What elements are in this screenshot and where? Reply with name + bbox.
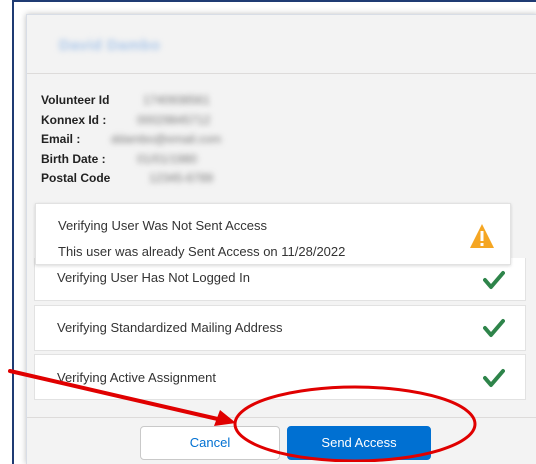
email-value: ddambo@email.com [111, 132, 222, 146]
konnex-id-value: 00029845712 [137, 112, 211, 127]
volunteer-id-row: Volunteer Id 1740938561 [41, 91, 210, 111]
checkmark-icon [483, 319, 505, 337]
postal-code-label: Postal Code [41, 171, 111, 185]
check-card-active-assignment: Verifying Active Assignment [34, 354, 526, 400]
volunteer-id-label: Volunteer Id [41, 93, 110, 107]
check-title: Verifying Active Assignment [57, 370, 216, 385]
check-title: Verifying User Has Not Logged In [57, 270, 250, 285]
check-card-mailing-address: Verifying Standardized Mailing Address [34, 305, 526, 351]
check-detail: This user was already Sent Access on 11/… [58, 244, 346, 259]
email-label: Email : [41, 132, 81, 146]
konnex-id-label: Konnex Id : [41, 112, 107, 127]
birth-date-value: 01/01/1980 [137, 151, 198, 166]
modal-footer: Cancel Send Access [27, 417, 536, 464]
konnex-id-row: Konnex Id : 00029845712 [41, 111, 210, 131]
volunteer-info: Volunteer Id 1740938561 Konnex Id : 0002… [41, 91, 221, 189]
check-title: Verifying Standardized Mailing Address [57, 320, 283, 335]
modal-header: David Dambo [27, 15, 536, 74]
birth-date-label: Birth Date : [41, 151, 106, 166]
checkmark-icon [483, 271, 505, 289]
volunteer-id-value: 1740938561 [143, 93, 210, 107]
warning-triangle-icon [470, 224, 494, 248]
volunteer-name: David Dambo [59, 37, 161, 54]
check-card-not-sent-access: Verifying User Was Not Sent Access This … [35, 203, 511, 265]
postal-code-row: Postal Code 12345-6789 [41, 169, 213, 189]
postal-code-value: 12345-6789 [149, 171, 214, 185]
email-row: Email : ddambo@email.com [41, 130, 221, 150]
cancel-button[interactable]: Cancel [140, 426, 280, 460]
send-access-button[interactable]: Send Access [287, 426, 431, 460]
birth-date-row: Birth Date : 01/01/1980 [41, 150, 197, 170]
check-title: Verifying User Was Not Sent Access [58, 218, 268, 233]
send-access-modal: David Dambo Volunteer Id 1740938561 Konn… [26, 14, 536, 464]
checkmark-icon [483, 369, 505, 387]
